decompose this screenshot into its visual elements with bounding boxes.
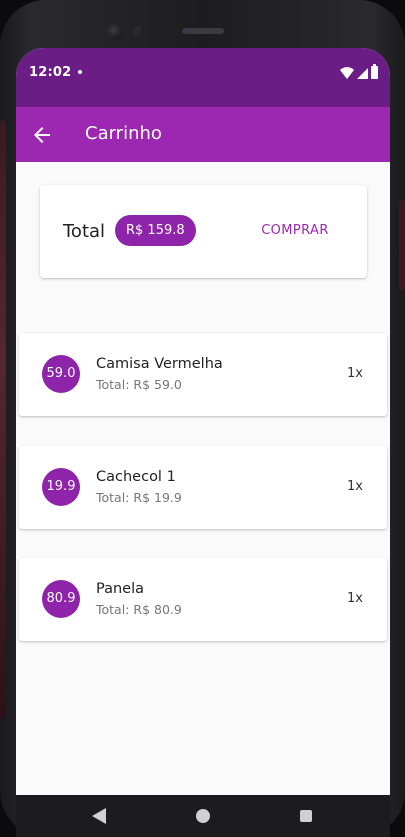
wifi-icon bbox=[340, 67, 354, 79]
item-quantity: 1x bbox=[347, 366, 363, 381]
battery-icon bbox=[371, 64, 378, 79]
arrow-left-icon[interactable] bbox=[30, 123, 54, 147]
proximity-sensor bbox=[133, 26, 141, 36]
front-camera bbox=[107, 24, 123, 40]
item-subtotal: Total: R$ 80.9 bbox=[96, 602, 182, 617]
page-title: Carrinho bbox=[85, 123, 162, 144]
phone-frame: 12:02 Carrinho Total R$ 159.8 COMPRAR 59… bbox=[0, 0, 405, 837]
total-label: Total bbox=[63, 221, 106, 242]
item-name: Camisa Vermelha bbox=[96, 356, 223, 372]
status-bar: 12:02 bbox=[16, 48, 390, 107]
item-quantity: 1x bbox=[347, 591, 363, 606]
nav-home-icon[interactable] bbox=[196, 809, 210, 823]
cart-item[interactable]: 19.9 Cachecol 1 Total: R$ 19.9 1x bbox=[19, 446, 387, 529]
power-button bbox=[399, 200, 405, 290]
nav-recents-icon[interactable] bbox=[300, 810, 312, 822]
app-bar: Carrinho bbox=[16, 107, 390, 162]
cart-item[interactable]: 59.0 Camisa Vermelha Total: R$ 59.0 1x bbox=[19, 333, 387, 416]
notification-dot-icon bbox=[78, 70, 82, 74]
nav-back-icon[interactable] bbox=[92, 808, 106, 824]
item-subtotal: Total: R$ 19.9 bbox=[96, 490, 182, 505]
item-name: Cachecol 1 bbox=[96, 469, 176, 485]
status-icons bbox=[340, 64, 378, 79]
total-value-chip: R$ 159.8 bbox=[115, 215, 196, 246]
cart-item[interactable]: 80.9 Panela Total: R$ 80.9 1x bbox=[19, 558, 387, 641]
system-navigation-bar bbox=[16, 795, 390, 837]
cart-content: Total R$ 159.8 COMPRAR 59.0 Camisa Verme… bbox=[16, 162, 390, 795]
item-subtotal: Total: R$ 59.0 bbox=[96, 377, 182, 392]
earpiece-speaker bbox=[182, 28, 224, 34]
item-name: Panela bbox=[96, 581, 145, 597]
item-price-avatar: 80.9 bbox=[42, 580, 80, 618]
total-card: Total R$ 159.8 COMPRAR bbox=[40, 185, 367, 278]
item-quantity: 1x bbox=[347, 479, 363, 494]
buy-button[interactable]: COMPRAR bbox=[250, 215, 340, 247]
item-price-avatar: 19.9 bbox=[42, 468, 80, 506]
item-price-avatar: 59.0 bbox=[42, 355, 80, 393]
signal-icon bbox=[357, 68, 368, 79]
phone-edge bbox=[0, 120, 6, 720]
screen: 12:02 Carrinho Total R$ 159.8 COMPRAR 59… bbox=[16, 48, 390, 837]
status-time: 12:02 bbox=[29, 65, 72, 80]
